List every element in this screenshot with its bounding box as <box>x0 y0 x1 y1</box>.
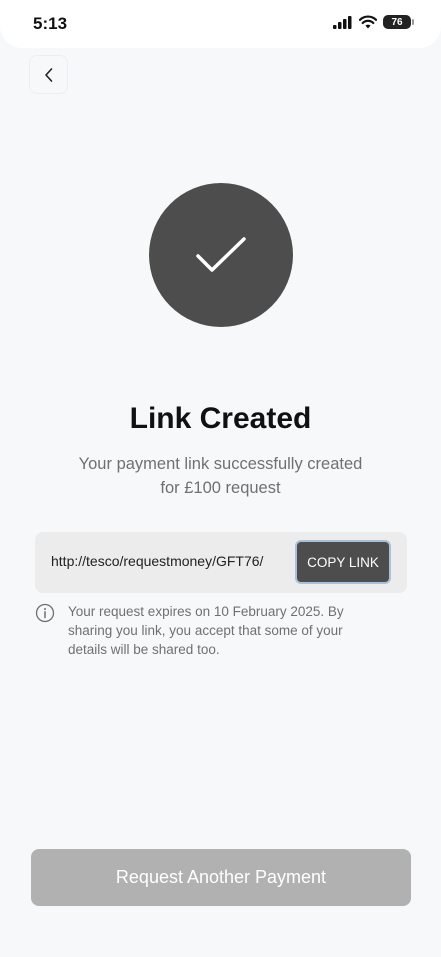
payment-link-box: http://tesco/requestmoney/GFT76/ COPY LI… <box>35 532 407 593</box>
page-title: Link Created <box>129 402 312 435</box>
chevron-left-icon <box>44 67 52 82</box>
back-button[interactable] <box>29 55 68 94</box>
signal-icon <box>333 15 352 29</box>
info-icon <box>35 603 55 623</box>
success-circle <box>149 183 293 327</box>
battery-level: 76 <box>391 16 403 28</box>
status-bar: 5:13 76 <box>0 0 441 48</box>
link-created-screen: 5:13 76 Link Created Your payment link s… <box>0 0 441 957</box>
status-time: 5:13 <box>33 14 68 33</box>
payment-link-url[interactable]: http://tesco/requestmoney/GFT76/ <box>51 553 263 569</box>
copy-link-button[interactable]: COPY LINK <box>295 540 391 584</box>
checkmark-icon <box>196 237 246 272</box>
request-another-payment-button[interactable]: Request Another Payment <box>31 849 411 906</box>
wifi-icon <box>359 15 377 29</box>
battery-icon: 76 <box>383 15 414 29</box>
expiry-info-text: Your request expires on 10 February 2025… <box>68 604 344 657</box>
success-subtitle: Your payment link successfully created f… <box>78 455 363 497</box>
status-icons: 76 <box>333 15 414 29</box>
